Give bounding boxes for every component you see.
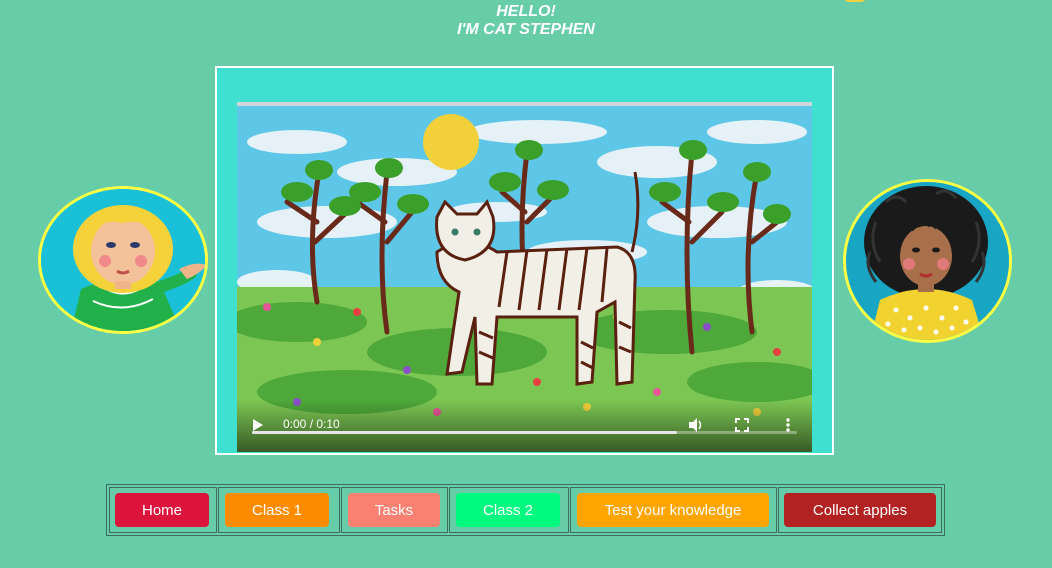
play-icon[interactable] (251, 418, 265, 432)
video-frame: 0:00 / 0:10 (215, 66, 834, 455)
video-progress-bar[interactable] (252, 431, 797, 434)
avatar-girl-right (843, 179, 1012, 343)
video-controls: 0:00 / 0:10 (237, 400, 812, 452)
nav-cell: Collect apples (778, 487, 942, 533)
curly-hair-girl-illustration (846, 182, 1009, 340)
test-your-knowledge-button[interactable]: Test your knowledge (577, 493, 769, 527)
nav-cell: Test your knowledge (570, 487, 777, 533)
class-1-button[interactable]: Class 1 (225, 493, 329, 527)
title-line-2: I'M CAT STEPHEN (457, 21, 595, 38)
video-progress-fill (252, 431, 678, 434)
blonde-girl-illustration (41, 189, 205, 331)
class-2-button[interactable]: Class 2 (456, 493, 560, 527)
tasks-button[interactable]: Tasks (348, 493, 440, 527)
nav-bar: Home Class 1 Tasks Class 2 Test your kno… (106, 484, 945, 536)
nav-cell: Class 2 (449, 487, 569, 533)
title-line-1: HELLO! (496, 3, 556, 20)
home-button[interactable]: Home (115, 493, 209, 527)
video-player[interactable]: 0:00 / 0:10 (237, 102, 812, 452)
nav-cell: Tasks (341, 487, 448, 533)
collect-apples-button[interactable]: Collect apples (784, 493, 936, 527)
fullscreen-icon[interactable] (735, 418, 749, 432)
avatar-girl-left (38, 186, 208, 334)
nav-cell: Class 1 (218, 487, 340, 533)
nav-cell: Home (109, 487, 217, 533)
video-time: 0:00 / 0:10 (283, 417, 340, 431)
decorative-sun (842, 0, 868, 2)
page-title: HELLO! I'M CAT STEPHEN (0, 3, 1052, 39)
